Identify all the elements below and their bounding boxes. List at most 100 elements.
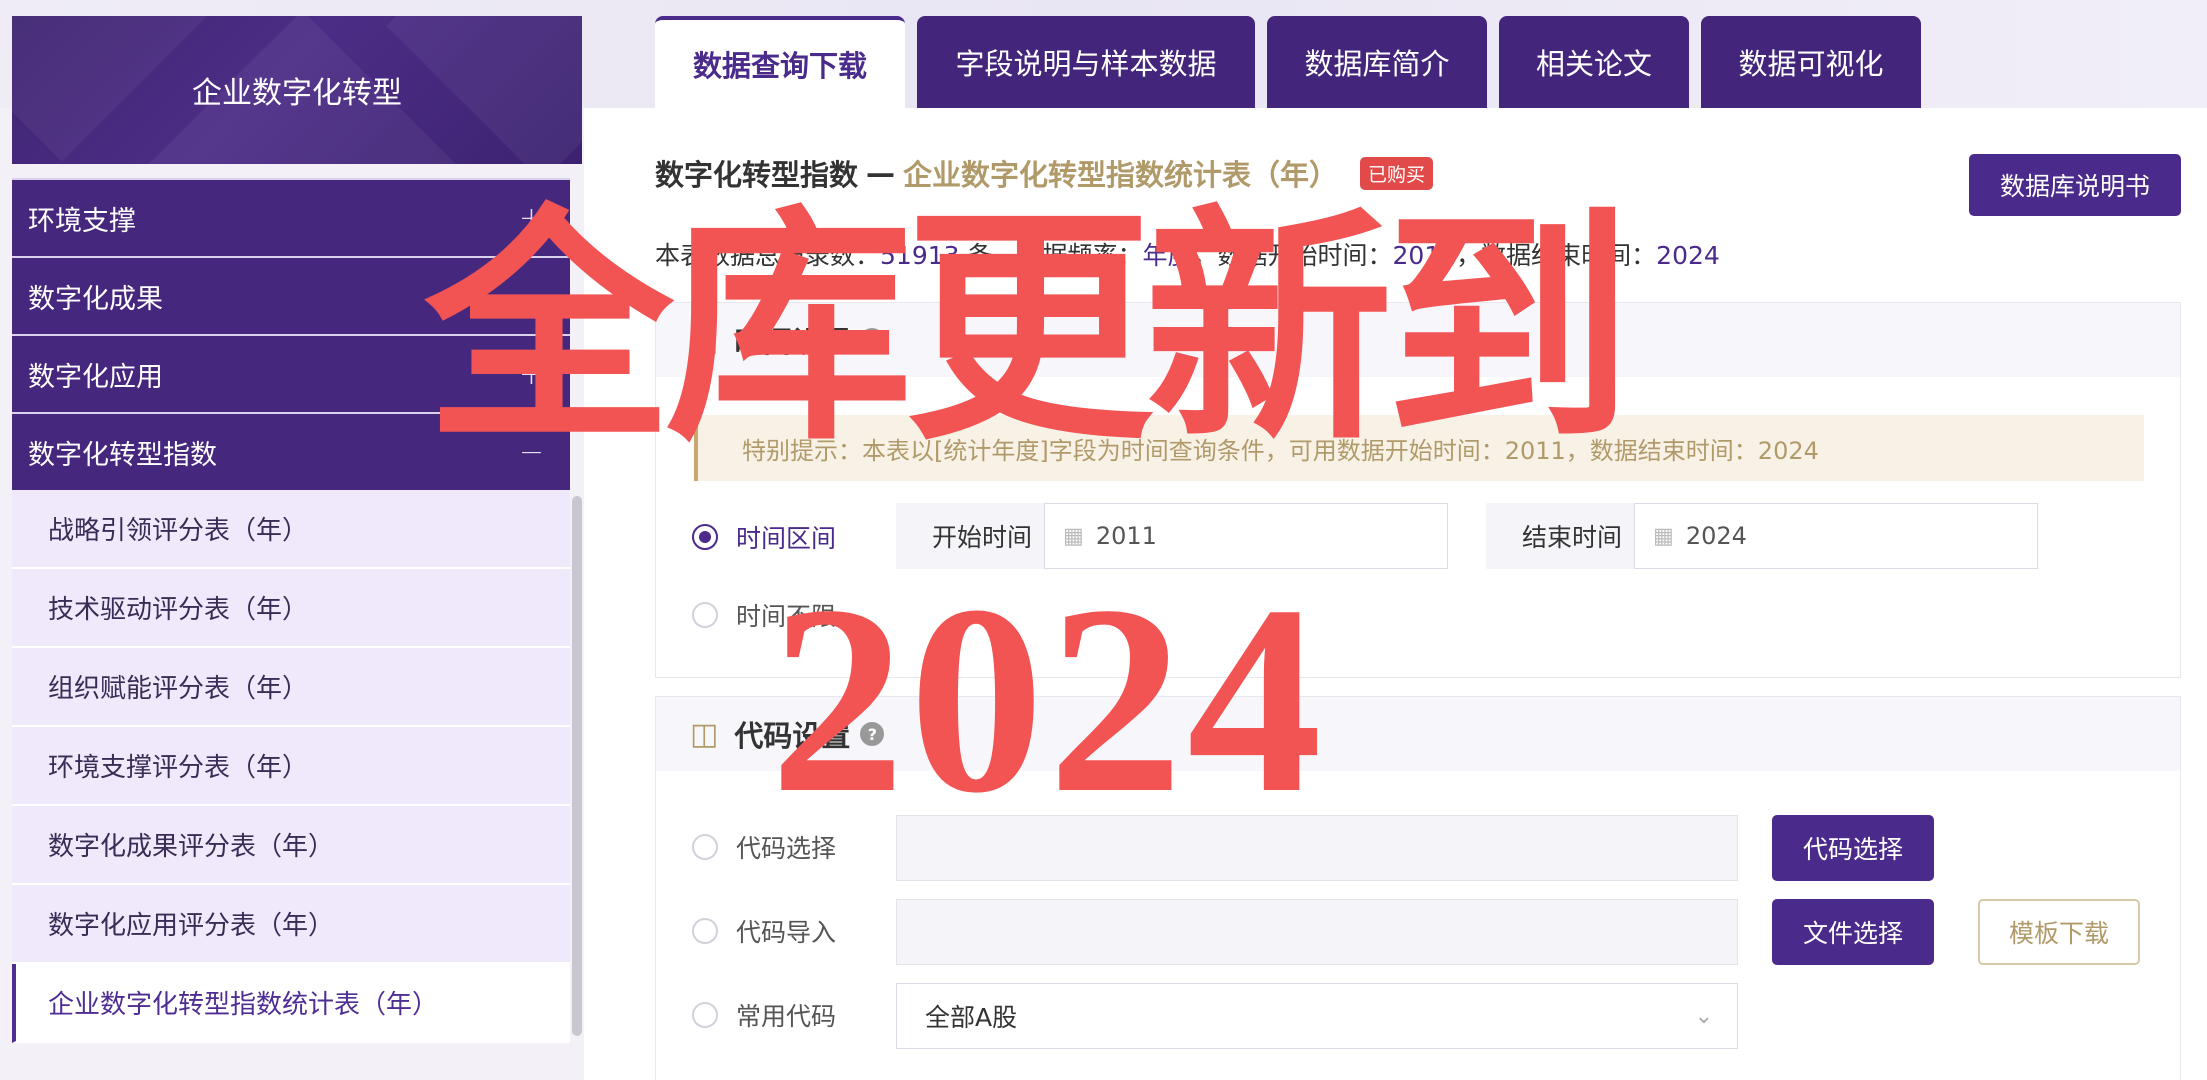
radio-button[interactable]: [692, 918, 718, 944]
page-title: 数字化转型指数 — 企业数字化转型指数统计表（年） 已购买: [655, 152, 1434, 194]
code-panel-header: ◫ 代码设置 ?: [656, 697, 2180, 771]
calendar-icon: ▦: [1653, 523, 1674, 549]
template-download-button[interactable]: 模板下载: [1978, 899, 2140, 965]
database-manual-button[interactable]: 数据库说明书: [1969, 154, 2181, 216]
code-settings-panel: ◫ 代码设置 ? 代码选择 代码选择 代码导入 文件选择 模板下载 常用代码 全…: [655, 696, 2181, 1080]
sidebar-item-label: 数字化应用评分表（年）: [48, 911, 335, 941]
sidebar-item-application[interactable]: 数字化应用评分表（年）: [12, 885, 570, 964]
code-panel-title: 代码设置: [734, 719, 851, 753]
tab-label: 字段说明与样本数据: [955, 47, 1217, 81]
sidebar-group-environment[interactable]: 环境支撑 +: [12, 178, 570, 256]
radio-label: 时间区间: [736, 524, 837, 553]
sidebar-item-label: 组织赋能评分表（年）: [48, 674, 309, 704]
table-name: 企业数字化转型指数统计表（年）: [903, 158, 1339, 192]
sidebar-item-strategy[interactable]: 战略引领评分表（年）: [12, 490, 570, 569]
minus-icon: −: [518, 434, 544, 470]
sidebar-group-achievements[interactable]: 数字化成果: [12, 256, 570, 334]
sidebar-group-label: 数字化成果: [28, 283, 163, 315]
radio-time-range[interactable]: 时间区间: [692, 519, 836, 555]
radio-code-select[interactable]: 代码选择: [692, 829, 836, 865]
plus-icon: +: [518, 200, 544, 236]
radio-label: 时间不限: [736, 602, 837, 631]
start-year: 2011: [1392, 241, 1457, 270]
radio-button[interactable]: [692, 602, 718, 628]
sidebar-item-label: 环境支撑评分表（年）: [48, 753, 309, 783]
sidebar-group-label: 环境支撑: [28, 205, 136, 237]
sidebar-item-technology[interactable]: 技术驱动评分表（年）: [12, 569, 570, 648]
data-frequency: 年度: [1142, 241, 1193, 270]
sidebar-sublist: 战略引领评分表（年） 技术驱动评分表（年） 组织赋能评分表（年） 环境支撑评分表…: [12, 490, 582, 1043]
start-time-group: 开始时间 ▦ 2011: [896, 503, 1449, 569]
plus-icon: +: [518, 356, 544, 392]
calendar-icon: ▦: [1063, 523, 1084, 549]
info-text: ，数据开始时间：: [1192, 241, 1393, 270]
sidebar-item-label: 数字化成果评分表（年）: [48, 832, 335, 862]
end-time-group: 结束时间 ▦ 2024: [1486, 503, 2039, 569]
sidebar-group-label: 数字化转型指数: [28, 439, 217, 471]
file-select-button[interactable]: 文件选择: [1772, 899, 1934, 965]
title-prefix: 数字化转型指数: [655, 158, 859, 192]
tab-label: 相关论文: [1535, 47, 1652, 81]
sidebar-item-index-stats[interactable]: 企业数字化转型指数统计表（年）: [12, 964, 570, 1043]
table-icon: ◫: [690, 716, 719, 752]
main-content: 数字化转型指数 — 企业数字化转型指数统计表（年） 已购买 数据库说明书 本表数…: [584, 108, 2207, 1080]
sidebar-header: 企业数字化转型: [12, 16, 582, 164]
sidebar-item-achievements[interactable]: 数字化成果评分表（年）: [12, 806, 570, 885]
end-time-input[interactable]: ▦ 2024: [1634, 503, 2039, 569]
time-settings-panel: ▦ 时间设置 ? 特别提示：本表以[统计年度]字段为时间查询条件，可用数据开始时…: [655, 302, 2181, 678]
tab-visualization[interactable]: 数据可视化: [1701, 16, 1921, 108]
code-select-input[interactable]: [896, 815, 1738, 881]
start-time-value: 2011: [1095, 522, 1157, 550]
time-panel-title: 时间设置: [734, 325, 851, 359]
table-info: 本表数据总记录数：51913 条，数据频率：年度，数据开始时间：2011，数据结…: [655, 236, 1720, 272]
radio-button[interactable]: [692, 524, 718, 550]
purchased-badge: 已购买: [1360, 156, 1434, 190]
info-text: ，数据结束时间：: [1456, 241, 1657, 270]
sidebar-item-organization[interactable]: 组织赋能评分表（年）: [12, 648, 570, 727]
sidebar: 企业数字化转型 环境支撑 + 数字化成果 数字化应用 + 数字化转型指数 − 战…: [12, 16, 582, 1080]
tab-field-description[interactable]: 字段说明与样本数据: [917, 16, 1255, 108]
tab-bar: 数据查询下载 字段说明与样本数据 数据库简介 相关论文 数据可视化: [655, 16, 1921, 108]
radio-code-import[interactable]: 代码导入: [692, 913, 836, 949]
radio-common-code[interactable]: 常用代码: [692, 997, 836, 1033]
end-time-label: 结束时间: [1522, 523, 1623, 552]
radio-button[interactable]: [692, 1002, 718, 1028]
sidebar-item-label: 技术驱动评分表（年）: [48, 595, 309, 625]
tab-label: 数据库简介: [1304, 47, 1450, 81]
sidebar-group-label: 数字化应用: [28, 361, 163, 393]
radio-label: 代码导入: [736, 918, 837, 947]
tab-label: 数据查询下载: [692, 49, 867, 83]
info-text: 本表数据总记录数：: [655, 241, 881, 270]
sidebar-group-index[interactable]: 数字化转型指数 −: [12, 412, 570, 490]
time-notice: 特别提示：本表以[统计年度]字段为时间查询条件，可用数据开始时间：2011，数据…: [694, 415, 2144, 481]
start-time-input[interactable]: ▦ 2011: [1044, 503, 1449, 569]
end-time-value: 2024: [1685, 522, 1747, 550]
sidebar-scrollbar[interactable]: [572, 496, 582, 1036]
radio-label: 常用代码: [736, 1002, 837, 1031]
tab-database-intro[interactable]: 数据库简介: [1267, 16, 1487, 108]
info-text: 条，数据频率：: [959, 241, 1143, 270]
tab-related-papers[interactable]: 相关论文: [1499, 16, 1689, 108]
sidebar-item-label: 企业数字化转型指数统计表（年）: [48, 990, 439, 1020]
code-import-input[interactable]: [896, 899, 1738, 965]
help-icon[interactable]: ?: [860, 722, 885, 746]
radio-label: 代码选择: [736, 834, 837, 863]
code-select-button[interactable]: 代码选择: [1772, 815, 1934, 881]
chevron-down-icon: ⌄: [1694, 1003, 1713, 1029]
sidebar-group-application[interactable]: 数字化应用 +: [12, 334, 570, 412]
common-code-value: 全部A股: [925, 1003, 1018, 1032]
record-count: 51913: [880, 241, 960, 270]
sidebar-item-environment[interactable]: 环境支撑评分表（年）: [12, 727, 570, 806]
radio-button[interactable]: [692, 834, 718, 860]
sidebar-item-label: 战略引领评分表（年）: [48, 516, 309, 546]
calendar-icon: ▦: [690, 322, 719, 358]
tab-query-download[interactable]: 数据查询下载: [655, 16, 905, 108]
help-icon[interactable]: ?: [860, 328, 885, 352]
title-dash: —: [866, 156, 896, 190]
start-time-label: 开始时间: [932, 523, 1033, 552]
radio-time-unlimited[interactable]: 时间不限: [692, 597, 836, 633]
common-code-select[interactable]: 全部A股 ⌄: [896, 983, 1738, 1049]
tab-label: 数据可视化: [1738, 47, 1884, 81]
end-year: 2024: [1656, 241, 1720, 270]
